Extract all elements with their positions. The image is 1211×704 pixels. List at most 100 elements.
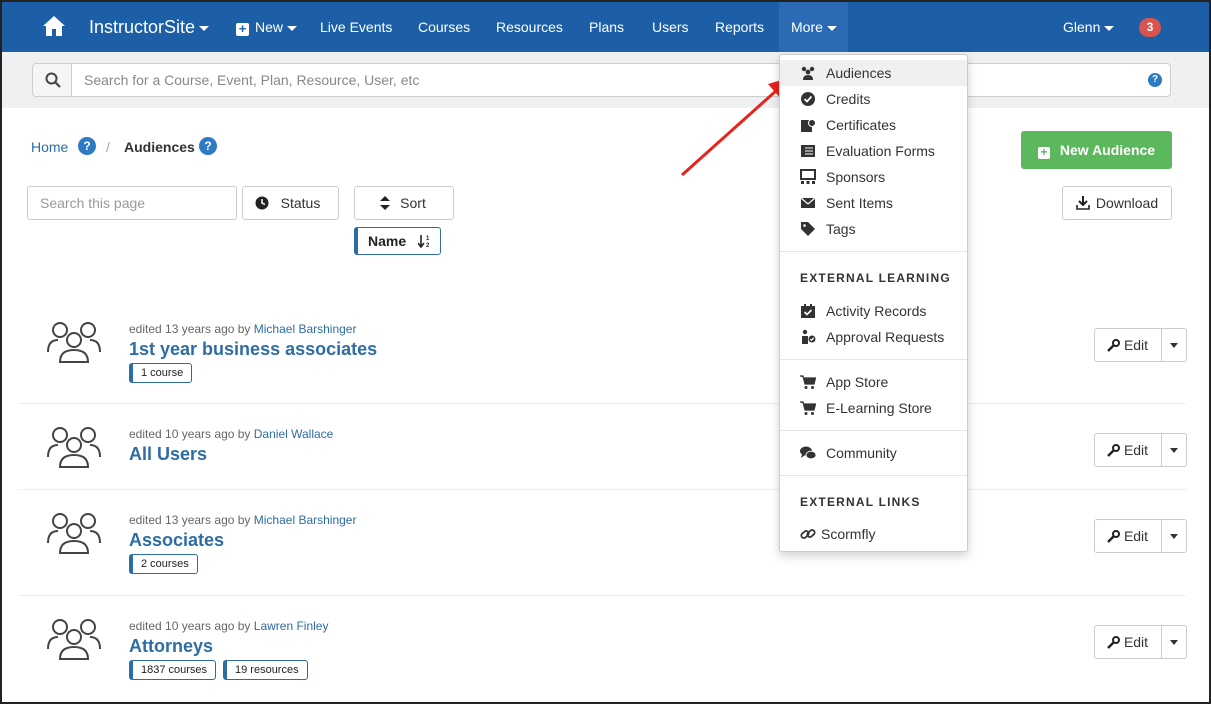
new-audience-button[interactable]: + New Audience: [1021, 131, 1172, 169]
plus-square-icon: +: [1037, 146, 1050, 159]
meta-text: edited 10 years ago by: [129, 427, 254, 441]
sort-pill-name[interactable]: Name 1 2: [354, 227, 441, 255]
breadcrumb-home[interactable]: Home: [31, 139, 68, 155]
group-users-icon: [47, 427, 101, 468]
list-item: edited 13 years ago by Michael Barshinge…: [18, 302, 1187, 402]
calendar-check-icon: [801, 304, 815, 318]
notification-badge[interactable]: 3: [1139, 18, 1161, 37]
menu-item-label: Tags: [826, 221, 856, 237]
brand-menu[interactable]: InstructorSite: [89, 2, 210, 52]
edit-dropdown-toggle[interactable]: [1161, 519, 1187, 553]
menu-divider: [780, 475, 967, 476]
edit-dropdown-toggle[interactable]: [1161, 328, 1187, 362]
group-users-icon: [47, 619, 101, 660]
nav-resources[interactable]: Resources: [496, 2, 563, 52]
help-icon[interactable]: ?: [199, 137, 217, 155]
edit-button[interactable]: Edit: [1094, 433, 1162, 467]
page-search-input[interactable]: Search this page: [27, 186, 237, 220]
link-icon: [800, 529, 816, 539]
nav-live-events[interactable]: Live Events: [320, 2, 392, 52]
menu-item-certificates[interactable]: Certificates: [780, 112, 967, 138]
menu-item-evaluation-forms[interactable]: Evaluation Forms: [780, 138, 967, 164]
menu-item-app-store[interactable]: App Store: [780, 369, 967, 395]
audience-title[interactable]: 1st year business associates: [129, 339, 377, 360]
edit-dropdown-toggle[interactable]: [1161, 433, 1187, 467]
breadcrumb-current: Audiences: [124, 139, 195, 155]
menu-item-approval-requests[interactable]: Approval Requests: [780, 324, 967, 350]
sort-label: Sort: [400, 195, 426, 211]
menu-item-activity-records[interactable]: Activity Records: [780, 298, 967, 324]
caret-down-icon: [1170, 640, 1178, 645]
menu-item-label: Evaluation Forms: [826, 143, 935, 159]
nav-courses[interactable]: Courses: [418, 2, 470, 52]
wrench-icon: [1107, 339, 1120, 352]
wrench-icon: [1107, 530, 1120, 543]
search-button[interactable]: [32, 63, 72, 97]
audience-title[interactable]: All Users: [129, 444, 207, 465]
author-link[interactable]: Michael Barshinger: [254, 513, 357, 527]
comments-icon: [800, 446, 816, 460]
envelope-icon: [800, 197, 816, 208]
user-menu[interactable]: Glenn: [1063, 2, 1115, 52]
global-search-input[interactable]: Search for a Course, Event, Plan, Resour…: [71, 63, 1171, 97]
menu-item-audiences[interactable]: Audiences: [780, 60, 967, 86]
sort-button[interactable]: Sort: [354, 186, 454, 220]
menu-item-label: App Store: [826, 374, 889, 390]
wrench-icon: [1107, 444, 1120, 457]
menu-divider: [780, 359, 967, 360]
chevron-down-icon: [199, 25, 210, 31]
count-pill[interactable]: 19 resources: [223, 660, 308, 680]
menu-item-community[interactable]: Community: [780, 440, 967, 466]
search-icon: [45, 72, 61, 88]
menu-item-sponsors[interactable]: Sponsors: [780, 164, 967, 190]
meta-text: edited 10 years ago by: [129, 619, 254, 633]
nav-plans[interactable]: Plans: [589, 2, 624, 52]
certificate-icon: [801, 119, 816, 132]
count-pill[interactable]: 2 courses: [129, 554, 198, 574]
menu-item-tags[interactable]: Tags: [780, 216, 967, 242]
status-label: Status: [280, 195, 321, 211]
more-dropdown-menu: Audiences Credits Certificates Evaluatio…: [779, 54, 968, 552]
menu-item-sent-items[interactable]: Sent Items: [780, 190, 967, 216]
count-pill[interactable]: 1 course: [129, 363, 193, 383]
item-meta: edited 10 years ago by Lawren Finley: [129, 619, 328, 633]
search-help-icon[interactable]: ?: [1148, 73, 1162, 87]
menu-item-e-learning-store[interactable]: E-Learning Store: [780, 395, 967, 421]
edit-button[interactable]: Edit: [1094, 519, 1162, 553]
author-link[interactable]: Lawren Finley: [254, 619, 329, 633]
caret-down-icon: [1170, 448, 1178, 453]
home-icon[interactable]: [42, 14, 66, 38]
menu-item-label: Sent Items: [826, 195, 893, 211]
edit-button-group: Edit: [1094, 328, 1187, 362]
nav-users[interactable]: Users: [652, 2, 689, 52]
menu-item-label: Audiences: [826, 65, 892, 81]
edit-button[interactable]: Edit: [1094, 625, 1162, 659]
sort-icon: [380, 196, 390, 210]
edit-dropdown-toggle[interactable]: [1161, 625, 1187, 659]
help-icon[interactable]: ?: [78, 137, 96, 155]
count-pill[interactable]: 1837 courses: [129, 660, 217, 680]
audience-title[interactable]: Attorneys: [129, 636, 213, 657]
brand-label: InstructorSite: [89, 17, 196, 37]
cart-icon: [800, 375, 816, 389]
download-button[interactable]: Download: [1062, 186, 1172, 220]
sort-pill-label: Name: [368, 233, 407, 249]
sort-alpha-icon: 1 2: [418, 235, 430, 248]
edit-button-group: Edit: [1094, 519, 1187, 553]
download-label: Download: [1095, 195, 1159, 211]
edit-label: Edit: [1123, 634, 1149, 650]
nav-reports[interactable]: Reports: [715, 2, 764, 52]
new-menu[interactable]: + New: [236, 2, 298, 52]
edit-label: Edit: [1123, 528, 1149, 544]
svg-text:2: 2: [426, 243, 430, 248]
nav-more[interactable]: More: [779, 2, 848, 52]
author-link[interactable]: Daniel Wallace: [254, 427, 334, 441]
menu-item-credits[interactable]: Credits: [780, 86, 967, 112]
author-link[interactable]: Michael Barshinger: [254, 322, 357, 336]
status-filter-button[interactable]: Status: [242, 186, 339, 220]
new-label: New: [255, 19, 284, 35]
edit-button[interactable]: Edit: [1094, 328, 1162, 362]
menu-divider: [780, 251, 967, 252]
menu-item-scormfly[interactable]: Scormfly: [780, 521, 967, 547]
audience-title[interactable]: Associates: [129, 530, 224, 551]
